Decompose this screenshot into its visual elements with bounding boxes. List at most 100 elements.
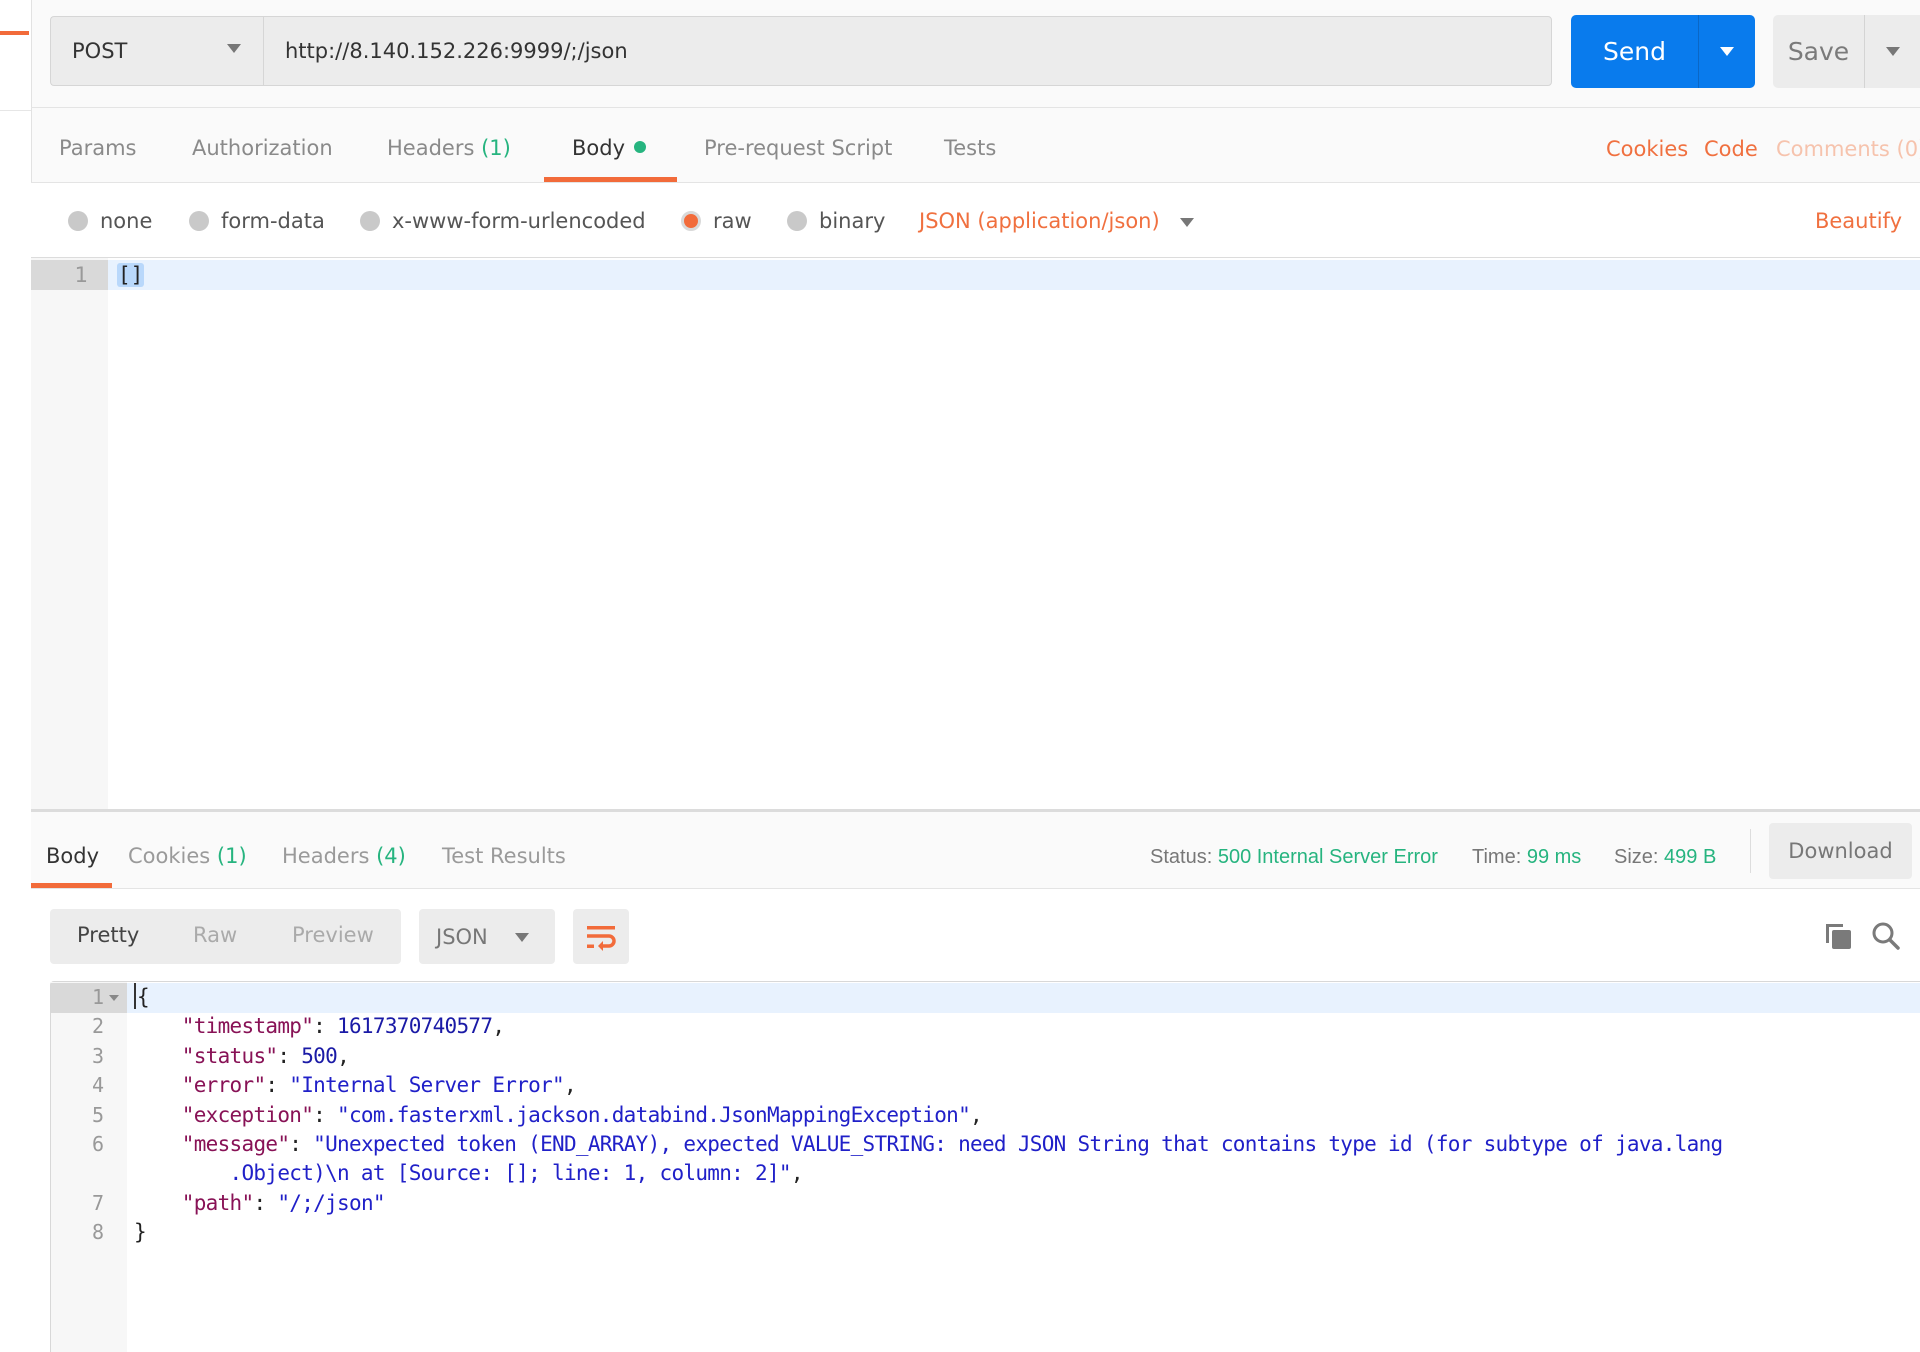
line-number-gutter	[31, 258, 108, 809]
tab-count: (4)	[376, 844, 406, 868]
json-number: 500	[301, 1043, 338, 1068]
save-button[interactable]: Save	[1773, 15, 1920, 88]
response-status: Status: 500 Internal Server Error	[1150, 846, 1438, 869]
response-header: Body Cookies (1) Headers (4) Test Result…	[31, 812, 1920, 888]
tab-label: Tests	[944, 136, 997, 160]
punct: ,	[970, 1102, 983, 1127]
tab-headers[interactable]: Headers (1)	[387, 136, 511, 160]
cookies-link[interactable]: Cookies	[1606, 137, 1688, 161]
text-cursor	[134, 983, 136, 1009]
line-number: 5	[91, 1102, 104, 1127]
content-type-select[interactable]: JSON (application/json)	[919, 209, 1160, 233]
code-line: 3 "status": 500,	[51, 1042, 1920, 1071]
radio-form-data[interactable]: form-data	[189, 209, 325, 233]
code-link[interactable]: Code	[1704, 137, 1758, 161]
tab-tests[interactable]: Tests	[944, 136, 996, 160]
method-select[interactable]: POST	[50, 16, 263, 86]
view-mode-pretty[interactable]: Pretty	[77, 923, 139, 947]
line-number: 3	[91, 1043, 104, 1068]
json-string: "Unexpected token (END_ARRAY), expected …	[313, 1132, 1723, 1156]
request-body-editor[interactable]: 1 []	[31, 257, 1920, 812]
json-key: "message"	[181, 1132, 290, 1156]
save-label: Save	[1773, 15, 1865, 88]
tab-label: Body	[572, 136, 626, 160]
response-tab-cookies[interactable]: Cookies (1)	[128, 844, 247, 868]
json-string: "/;/json"	[277, 1190, 385, 1215]
divider	[1750, 829, 1751, 873]
comments-link[interactable]: Comments (0)	[1776, 137, 1920, 161]
sidebar-edge	[0, 0, 32, 1352]
json-string: "Internal Server Error"	[289, 1073, 564, 1098]
code-line: 7 "path": "/;/json"	[51, 1189, 1920, 1218]
download-button[interactable]: Download	[1769, 823, 1912, 879]
line-number: 8	[91, 1220, 104, 1245]
chevron-down-icon[interactable]	[1180, 218, 1194, 227]
search-button[interactable]	[1871, 921, 1901, 951]
response-time: Time: 99 ms	[1472, 846, 1581, 869]
wrap-lines-button[interactable]	[573, 909, 629, 964]
code-text: "timestamp": 1617370740577,	[181, 1014, 505, 1039]
tab-params[interactable]: Params	[59, 136, 137, 160]
code-line: 4 "error": "Internal Server Error",	[51, 1071, 1920, 1100]
code-text: {	[134, 983, 150, 1012]
method-label: POST	[72, 39, 128, 63]
line-number: 6	[91, 1132, 104, 1156]
line-number: 1	[91, 985, 104, 1009]
save-options-dropdown[interactable]	[1865, 15, 1920, 88]
sidebar-divider	[0, 110, 31, 111]
body-type-row: none form-data x-www-form-urlencoded raw…	[31, 183, 1920, 257]
url-input[interactable]	[263, 16, 1552, 86]
radio-label: binary	[819, 209, 886, 233]
brace: {	[137, 985, 150, 1009]
response-body-viewer[interactable]: 1 { 2 "timestamp": 1617370740577, 3 "sta…	[50, 981, 1920, 1352]
radio-binary[interactable]: binary	[787, 209, 885, 233]
radio-icon	[787, 211, 807, 231]
status-label: Status:	[1150, 846, 1213, 868]
punct: ,	[790, 1161, 804, 1186]
response-tab-test-results[interactable]: Test Results	[442, 844, 566, 868]
radio-label: x-www-form-urlencoded	[392, 209, 646, 233]
response-tab-headers[interactable]: Headers (4)	[282, 844, 406, 868]
size-label: Size:	[1614, 846, 1659, 868]
tab-body[interactable]: Body	[572, 136, 647, 160]
wrap-lines-icon	[587, 925, 616, 951]
tab-label: Body	[46, 844, 100, 868]
view-mode-raw[interactable]: Raw	[193, 923, 237, 947]
code-line: 2 "timestamp": 1617370740577,	[51, 1012, 1920, 1041]
tab-pre-request-script[interactable]: Pre-request Script	[704, 136, 892, 160]
json-key: "error"	[181, 1073, 266, 1098]
code-text: }	[134, 1218, 147, 1247]
view-mode-preview[interactable]: Preview	[292, 923, 374, 947]
tab-label: Test Results	[442, 844, 566, 868]
send-options-dropdown[interactable]	[1699, 15, 1755, 88]
radio-raw[interactable]: raw	[681, 209, 752, 233]
radio-label: raw	[713, 209, 752, 233]
beautify-link[interactable]: Beautify	[1815, 209, 1902, 233]
line-number: 1	[31, 260, 108, 290]
brace: }	[134, 1220, 147, 1245]
tab-label: Headers	[282, 844, 370, 868]
line-number: 7	[91, 1190, 104, 1215]
status-value: 500 Internal Server Error	[1217, 846, 1438, 868]
fold-toggle-icon[interactable]	[109, 995, 119, 1001]
line-number: 4	[91, 1073, 104, 1098]
time-label: Time:	[1472, 846, 1522, 868]
format-label: JSON	[436, 924, 488, 949]
matched-brackets: []	[117, 263, 145, 287]
search-icon	[1872, 922, 1900, 950]
json-key: "path"	[181, 1190, 254, 1215]
code-line: 8 }	[51, 1218, 1920, 1247]
radio-x-www-form-urlencoded[interactable]: x-www-form-urlencoded	[360, 209, 646, 233]
copy-button[interactable]	[1823, 921, 1853, 951]
radio-none[interactable]: none	[68, 209, 152, 233]
punct: ,	[563, 1073, 577, 1098]
code-line: 5 "exception": "com.fasterxml.jackson.da…	[51, 1101, 1920, 1130]
response-tab-body[interactable]: Body	[46, 844, 99, 868]
chevron-down-icon	[1720, 47, 1734, 56]
json-key: "status"	[181, 1043, 278, 1068]
response-format-select[interactable]: JSON	[419, 909, 555, 964]
send-button[interactable]: Send	[1571, 15, 1755, 88]
request-tabs: Params Authorization Headers (1) Body Pr…	[31, 108, 1920, 182]
tab-authorization[interactable]: Authorization	[192, 136, 333, 160]
tab-label: Cookies	[128, 844, 211, 868]
